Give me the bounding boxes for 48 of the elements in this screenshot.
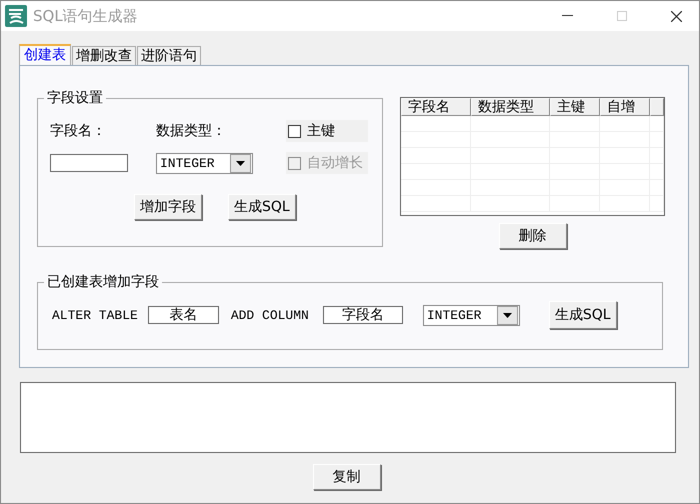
copy-button[interactable]: 复制	[312, 464, 380, 490]
table-cell	[401, 148, 471, 164]
field-name-label: 字段名：	[50, 122, 107, 140]
table-cell	[600, 116, 650, 132]
button[interactable]: 增加字段	[134, 194, 202, 220]
caret-icon	[502, 312, 512, 318]
column-header[interactable]: 字段名	[401, 98, 471, 116]
close-icon[interactable]	[671, 10, 682, 22]
delete-button[interactable]: 删除	[498, 223, 566, 249]
dropdown-button[interactable]	[230, 154, 251, 172]
data-type-dropdown[interactable]: INTEGER	[156, 152, 253, 174]
output-text-area[interactable]	[20, 382, 676, 453]
table-cell	[401, 164, 471, 180]
dropdown-button[interactable]	[496, 306, 518, 324]
table-name-input[interactable]: 表名	[148, 306, 219, 324]
group-title: 已创建表增加字段	[46, 273, 160, 291]
data-type-label: 数据类型：	[156, 122, 227, 140]
table-cell	[650, 132, 664, 148]
table-cell	[550, 116, 600, 132]
tab[interactable]: 增删改查	[72, 46, 136, 65]
table-cell	[650, 116, 664, 132]
column-header[interactable]: 主键	[550, 98, 600, 116]
sql-keyword: ALTER TABLE	[52, 308, 138, 322]
sql-keyword: ADD COLUMN	[230, 308, 309, 322]
table-cell	[650, 164, 664, 180]
minimize-icon[interactable]	[562, 15, 573, 17]
checkbox[interactable]: 主键	[286, 120, 368, 142]
tab[interactable]: 进阶语句	[137, 46, 201, 65]
table-cell	[401, 180, 471, 196]
table-cell	[650, 148, 664, 164]
generate-sql-button[interactable]: 生成SQL	[548, 301, 617, 329]
table-cell	[401, 196, 471, 212]
table-cell	[650, 196, 664, 212]
app-icon	[5, 5, 27, 27]
column-header[interactable]: 自增	[600, 98, 650, 116]
column-name-input[interactable]: 字段名	[322, 306, 403, 324]
column-header[interactable]: 数据类型	[471, 98, 550, 116]
field-name-input[interactable]	[50, 154, 128, 172]
group-title: 字段设置	[46, 89, 104, 107]
data-type-dropdown[interactable]: INTEGER	[422, 304, 520, 326]
button[interactable]: 生成SQL	[228, 194, 296, 220]
column-header[interactable]	[650, 98, 664, 116]
window-title: SQL语句生成器	[33, 6, 138, 26]
tab[interactable]: 创建表	[19, 44, 71, 65]
table-cell	[401, 132, 471, 148]
caret-icon	[236, 160, 245, 166]
table-cell	[650, 180, 664, 196]
table-cell	[401, 116, 471, 132]
